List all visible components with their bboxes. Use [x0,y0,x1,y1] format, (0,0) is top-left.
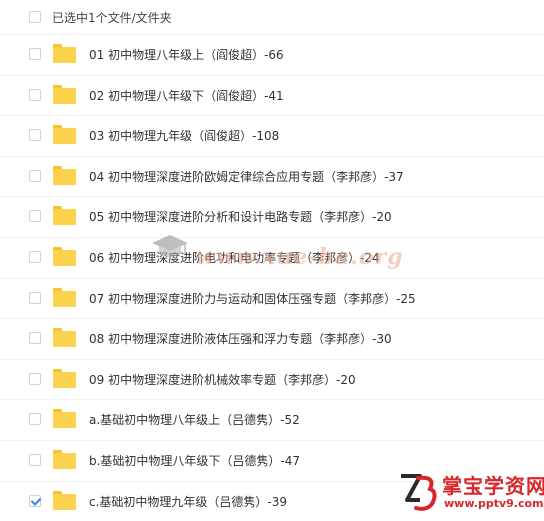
row-checkbox[interactable] [29,88,41,101]
list-item[interactable]: 08 初中物理深度进阶液体压强和浮力专题（李邦彦）-30 [0,318,544,359]
brand-url: www.pptv9.com [444,497,544,510]
folder-icon [53,449,76,469]
folder-icon [53,287,76,307]
folder-icon [53,490,76,510]
list-item[interactable]: 06 初中物理深度进阶电功和电功率专题（李邦彦）-24 [0,236,544,278]
list-item[interactable]: 04 初中物理深度进阶欧姆定律综合应用专题（李邦彦）-37 [0,155,544,197]
list-item[interactable]: 03 初中物理九年级（阎俊超）-108 [0,115,544,156]
folder-name[interactable]: 04 初中物理深度进阶欧姆定律综合应用专题（李邦彦）-37 [89,168,404,185]
list-item[interactable]: 09 初中物理深度进阶机械效率专题（李邦彦）-20 [0,358,544,400]
folder-name[interactable]: 05 初中物理深度进阶分析和设计电路专题（李邦彦）-20 [89,208,392,225]
folder-icon [53,206,76,226]
file-list: 01 初中物理八年级上（阎俊超）-66 02 初中物理八年级下（阎俊超）-41 … [0,34,544,521]
folder-name[interactable]: 06 初中物理深度进阶电功和电功率专题（李邦彦）-24 [89,249,380,266]
brand-logo-icon [401,474,437,511]
folder-name[interactable]: 09 初中物理深度进阶机械效率专题（李邦彦）-20 [89,371,356,388]
folder-name[interactable]: 02 初中物理八年级下（阎俊超）-41 [89,87,284,104]
folder-name[interactable]: 01 初中物理八年级上（阎俊超）-66 [89,46,284,63]
selection-count-text: 已选中1个文件/文件夹 [52,11,172,25]
folder-icon [53,125,76,145]
row-checkbox[interactable] [29,413,41,426]
folder-name[interactable]: 03 初中物理九年级（阎俊超）-108 [89,127,279,144]
row-checkbox[interactable] [29,291,41,304]
row-checkbox[interactable] [29,48,41,60]
folder-icon [53,246,76,266]
list-item[interactable]: 05 初中物理深度进阶分析和设计电路专题（李邦彦）-20 [0,196,544,237]
folder-name[interactable]: 07 初中物理深度进阶力与运动和固体压强专题（李邦彦）-25 [89,290,416,307]
folder-name[interactable]: a.基础初中物理八年级上（吕德隽）-52 [89,411,300,428]
folder-icon [53,328,76,348]
folder-name[interactable]: b.基础初中物理八年级下（吕德隽）-47 [89,452,300,469]
brand-name: 掌宝学资网 [442,474,544,498]
row-checkbox[interactable] [29,210,41,223]
list-item[interactable]: a.基础初中物理八年级上（吕德隽）-52 [0,399,544,440]
row-checkbox-checked[interactable] [29,494,41,507]
row-checkbox[interactable] [29,250,41,263]
brand-watermark: 掌宝学资网 www.pptv9.com [398,468,544,517]
folder-icon [53,368,76,388]
row-checkbox[interactable] [29,372,41,385]
row-checkbox[interactable] [29,169,41,182]
select-all-checkbox[interactable] [29,11,41,23]
folder-icon [53,84,76,104]
folder-name[interactable]: c.基础初中物理九年级（吕德隽）-39 [89,493,287,510]
folder-icon [53,44,76,63]
row-checkbox[interactable] [29,453,41,466]
list-item[interactable]: 01 初中物理八年级上（阎俊超）-66 [0,34,544,75]
row-checkbox[interactable] [29,332,41,345]
row-checkbox[interactable] [29,129,41,142]
folder-icon [53,409,76,429]
list-item[interactable]: 02 初中物理八年级下（阎俊超）-41 [0,74,544,116]
folder-icon [53,165,76,185]
selection-header: 已选中1个文件/文件夹 [0,0,544,34]
list-item[interactable]: 07 初中物理深度进阶力与运动和固体压强专题（李邦彦）-25 [0,277,544,319]
folder-name[interactable]: 08 初中物理深度进阶液体压强和浮力专题（李邦彦）-30 [89,330,392,347]
